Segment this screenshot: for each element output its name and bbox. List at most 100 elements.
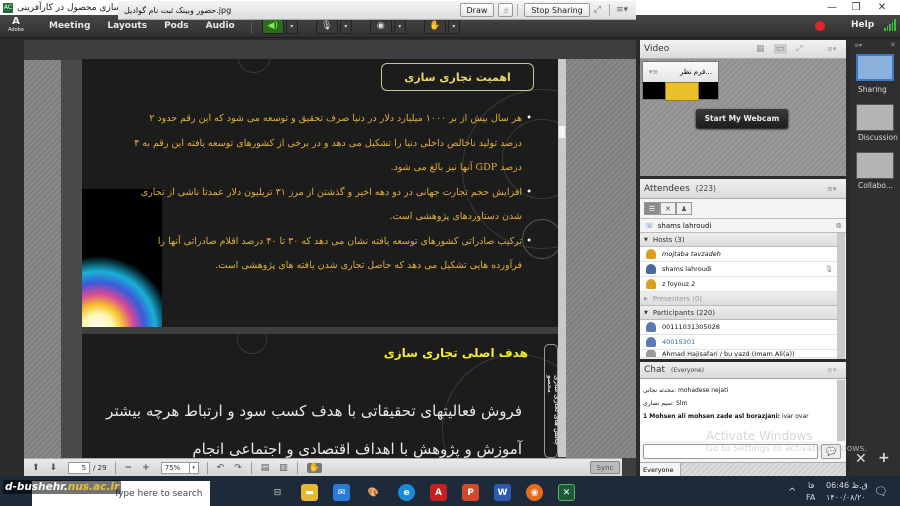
zoom-in-icon[interactable]: + <box>142 463 150 473</box>
adobe-connect-taskbar-icon[interactable]: ✕ <box>558 484 575 501</box>
draw-button[interactable]: Draw <box>459 3 495 17</box>
menu-pods[interactable]: Pods <box>164 21 189 31</box>
pod-menu-icon[interactable]: ≡▾ <box>616 5 628 15</box>
header-divider <box>517 4 519 16</box>
add-layout-icon[interactable]: + <box>878 450 890 466</box>
status-dropdown[interactable]: ▾ <box>447 18 460 34</box>
file-explorer-icon[interactable]: ▬ <box>301 484 318 501</box>
share-footer-toolbar: ⬆ ⬇ 5 / 29 − + 75% ▾ ↶ ↷ ▤ ▥ ✋ Sync <box>24 458 622 476</box>
word-icon[interactable]: W <box>494 484 511 501</box>
microphone-dropdown[interactable]: ▾ <box>339 18 352 34</box>
group-presenters[interactable]: ▶ Presenters (0) <box>640 292 837 306</box>
layout-sharing-label[interactable]: Sharing <box>858 85 887 94</box>
chat-pod: Chat (Everyone) ≡▾ محدثه نجاتی: mohadese… <box>640 362 846 476</box>
menu-audio[interactable]: Audio <box>206 21 235 31</box>
filmstrip-view-icon[interactable]: ▭ <box>774 44 787 54</box>
tile-menu-icon[interactable]: ≡▾ <box>649 68 658 76</box>
pod-menu-icon[interactable]: ≡▾ <box>827 185 836 193</box>
edge-icon[interactable]: e <box>398 484 415 501</box>
pod-menu-icon[interactable]: ≡▾ <box>827 45 836 53</box>
speaker-dropdown[interactable]: ▾ <box>285 18 298 34</box>
hand-tool-icon[interactable]: ✋ <box>306 462 323 473</box>
layout-sharing-thumbnail[interactable] <box>856 54 894 81</box>
status-view-icon[interactable]: ♟ <box>676 202 692 215</box>
speaker-icon[interactable]: ◀) <box>261 18 284 34</box>
layout-discussion-label[interactable]: Discussion <box>858 133 898 142</box>
video-fullscreen-icon[interactable]: ⤢ <box>796 44 802 54</box>
rotate-right-icon[interactable]: ↷ <box>234 463 242 473</box>
show-hidden-icons-icon[interactable]: ^ <box>788 487 796 498</box>
attendee-row[interactable]: z foyouz 2 <box>640 277 837 292</box>
acrobat-icon[interactable]: A <box>430 484 447 501</box>
toolbar-divider <box>296 461 298 474</box>
raise-hand-icon[interactable]: ✋ <box>423 18 446 34</box>
mail-icon[interactable]: ✉ <box>333 484 350 501</box>
language-indicator-fa[interactable]: فا <box>808 481 814 490</box>
close-window-button[interactable]: ✕ <box>868 0 896 15</box>
previous-page-icon[interactable]: ⬆ <box>32 463 40 473</box>
attendee-row[interactable]: 00111031305028 <box>640 320 837 335</box>
pointer-tool-icon[interactable]: ☝ <box>498 3 514 17</box>
stop-sharing-button[interactable]: Stop Sharing <box>524 3 590 17</box>
next-page-icon[interactable]: ⬇ <box>50 463 58 473</box>
menu-layouts[interactable]: Layouts <box>107 21 147 31</box>
zoom-out-icon[interactable]: − <box>125 463 133 473</box>
slide-title: هدف اصلی تجاری سازی <box>383 346 528 360</box>
webcam-icon[interactable]: ◉ <box>369 18 392 34</box>
sync-button[interactable]: Sync <box>590 461 620 474</box>
attendee-row[interactable]: Ahmad Hajisafari / bu yazd (Imam Ali(a)) <box>640 350 837 358</box>
rail-close-icon[interactable]: ✕ <box>890 41 896 49</box>
fit-page-icon[interactable]: ▤ <box>261 463 270 473</box>
list-view-icon[interactable]: ☰ <box>644 202 660 215</box>
breakout-view-icon[interactable]: ✕ <box>660 202 676 215</box>
host-icon <box>646 264 656 274</box>
powerpoint-icon[interactable]: P <box>462 484 479 501</box>
pod-menu-icon[interactable]: ≡▾ <box>827 366 836 374</box>
paint-icon[interactable]: 🎨 <box>365 484 382 501</box>
zoom-level-select[interactable]: 75% ▾ <box>160 461 199 474</box>
participant-icon <box>646 350 656 357</box>
language-indicator[interactable]: FA <box>806 493 815 502</box>
rotate-left-icon[interactable]: ↶ <box>217 463 225 473</box>
fullscreen-icon[interactable]: ⤢ <box>594 5 601 15</box>
grid-view-icon[interactable]: ▦ <box>756 44 765 54</box>
layout-discussion-thumbnail[interactable] <box>856 104 894 131</box>
layout-collaboration-thumbnail[interactable] <box>856 152 894 179</box>
start-webcam-button[interactable]: Start My Webcam <box>696 109 788 128</box>
clear-search-icon[interactable]: ⊗ <box>835 221 842 230</box>
chat-scrollbar[interactable] <box>837 380 845 441</box>
attendee-row[interactable]: mojtaba tavzadeh <box>640 247 837 262</box>
video-tile[interactable]: ...قرم نظر ≡▾ <box>642 61 719 101</box>
attendees-scrollbar[interactable] <box>837 233 845 359</box>
share-vertical-scrollbar[interactable] <box>558 59 566 457</box>
video-pod: Video ▦ ▭ ⤢ ≡▾ ...قرم نظر ≡▾ Start My Web… <box>640 40 846 176</box>
layout-collaboration-label[interactable]: Collabo... <box>858 181 893 190</box>
clock-date[interactable]: ۱۴۰۰/۰۸/۲۰ <box>826 493 866 502</box>
chat-tab-everyone[interactable]: Everyone <box>640 463 681 476</box>
microphone-icon[interactable]: 🎙 <box>315 18 338 34</box>
page-number-input[interactable]: 5 <box>68 461 91 474</box>
slide-side-label: چالش های تجاری سازی محصو <box>544 344 558 458</box>
restore-button[interactable]: ❐ <box>842 0 870 15</box>
toolbar-divider <box>250 461 252 474</box>
video-thumbnail <box>665 82 699 101</box>
recording-indicator-icon[interactable] <box>815 21 825 31</box>
task-view-icon[interactable]: ⊟ <box>269 484 286 501</box>
menu-meeting[interactable]: Meeting <box>49 21 90 31</box>
notifications-icon[interactable]: 🗨 <box>874 485 888 498</box>
rail-menu-icon[interactable]: ≡▾ <box>854 42 862 49</box>
firefox-icon[interactable]: ◉ <box>526 484 543 501</box>
microphone-active-icon: 🎙 <box>824 265 833 273</box>
attendee-row[interactable]: 40015301 <box>640 335 837 350</box>
clock-time[interactable]: 06:46 ق.ظ <box>826 481 868 490</box>
help-menu[interactable]: Help <box>851 20 874 30</box>
chat-audience: (Everyone) <box>671 366 704 374</box>
webcam-dropdown[interactable]: ▾ <box>393 18 406 34</box>
attendee-row[interactable]: shams lahroudi 🎙 <box>640 262 837 277</box>
group-participants[interactable]: ▼ Participants (220) <box>640 306 837 320</box>
scrollbar-thumb[interactable] <box>558 125 566 139</box>
chat-tabs: Everyone <box>640 462 846 476</box>
fit-width-icon[interactable]: ▥ <box>279 463 288 473</box>
group-hosts[interactable]: ▼ Hosts (3) <box>640 233 837 247</box>
attendee-search-row[interactable]: ☏ shams lahroudi ⊗ <box>640 219 846 233</box>
